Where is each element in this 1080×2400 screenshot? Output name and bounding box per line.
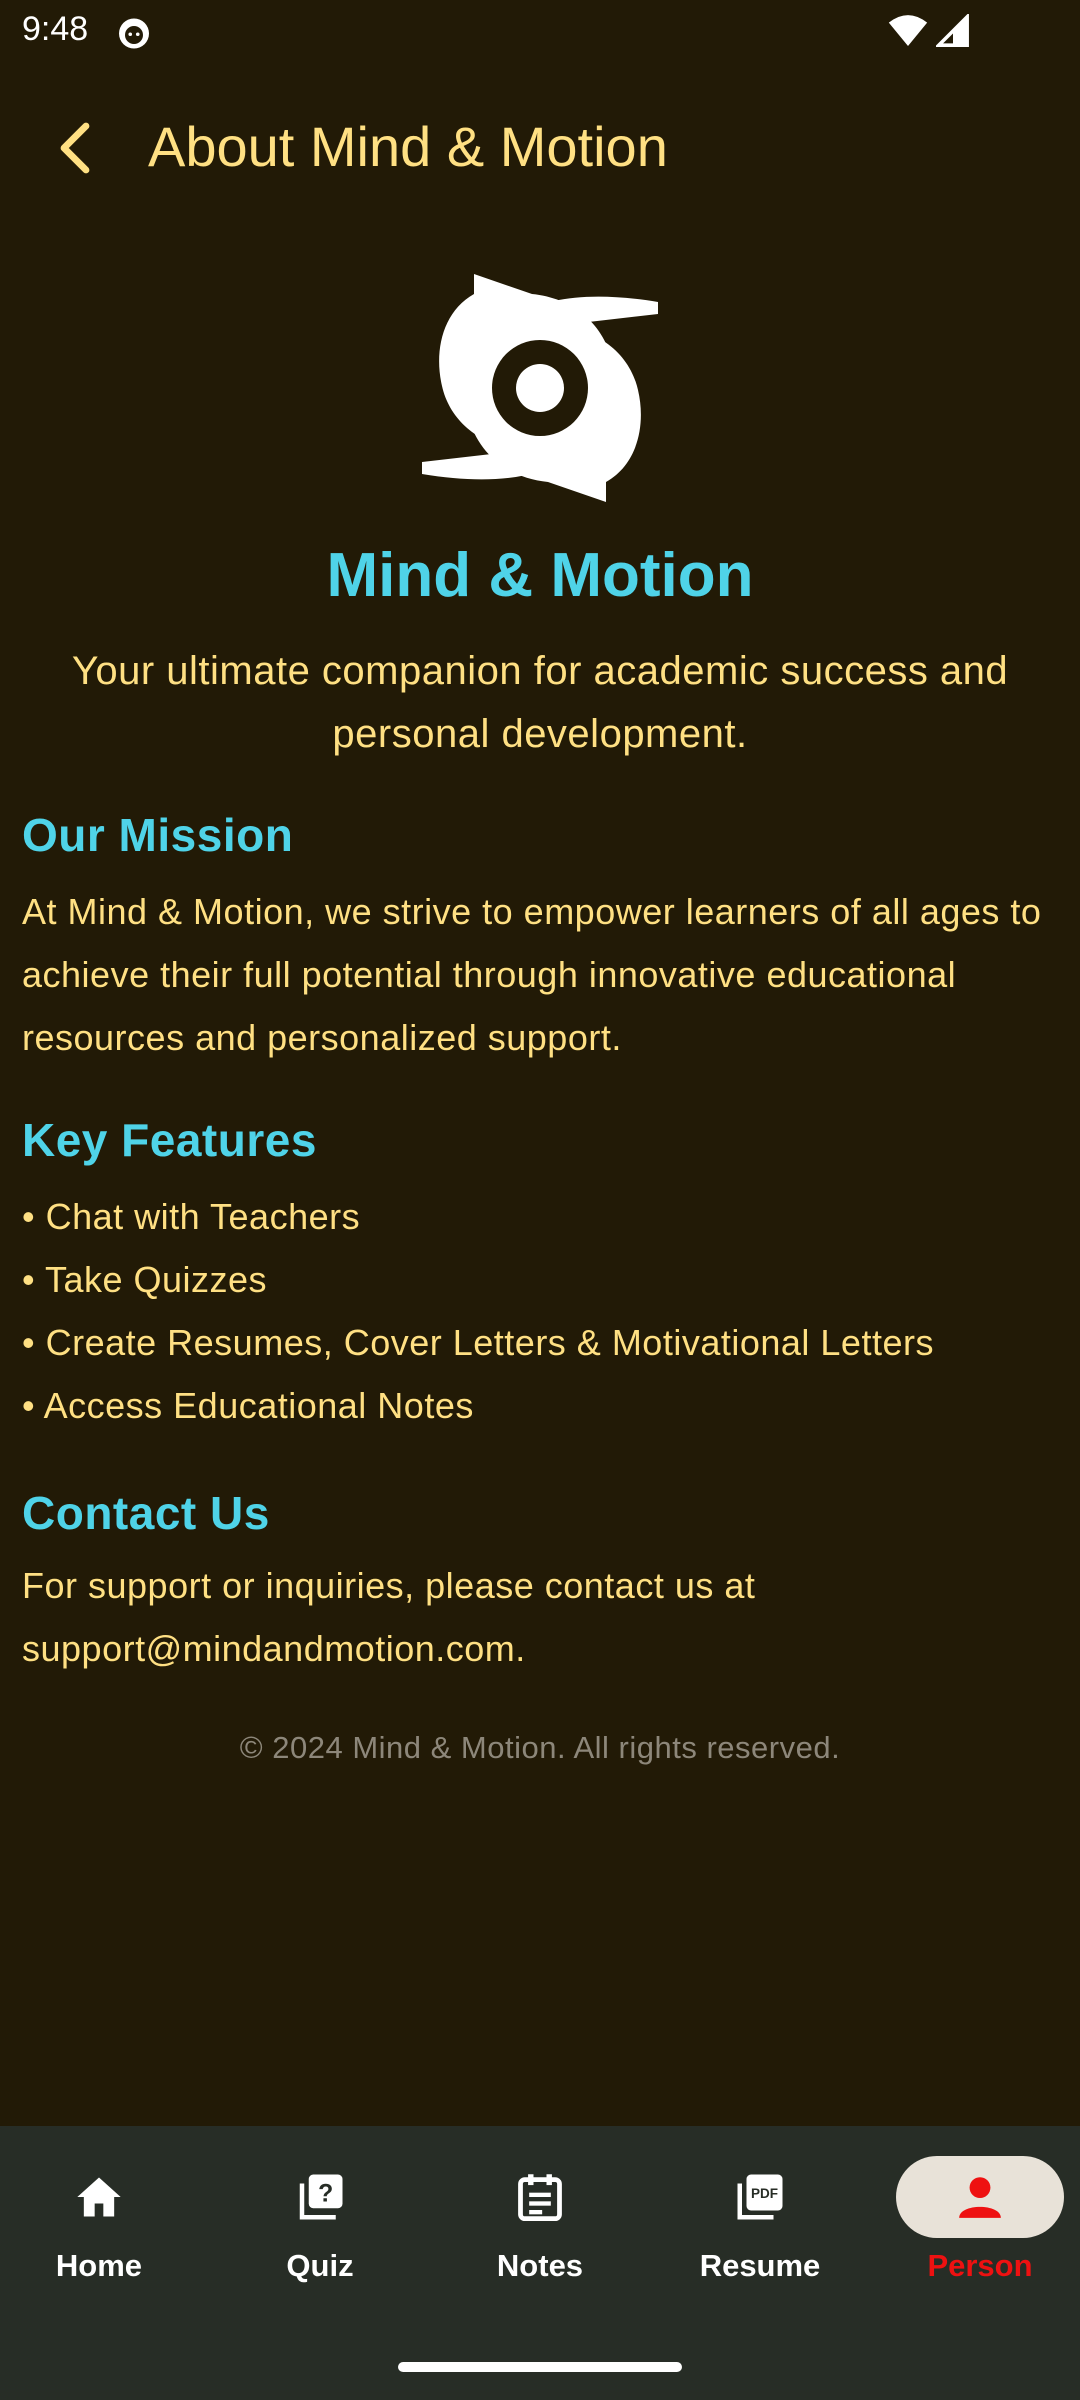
back-button[interactable] xyxy=(40,112,112,184)
copyright-text: © 2024 Mind & Motion. All rights reserve… xyxy=(239,1730,841,1765)
nav-icon-container xyxy=(456,2156,624,2238)
mission-heading: Our Mission xyxy=(22,809,294,861)
nav-label: Notes xyxy=(496,2248,584,2283)
features-heading: Key Features xyxy=(22,1114,317,1166)
nav-item-resume[interactable]: PDF Resume xyxy=(675,2156,845,2306)
svg-text:PDF: PDF xyxy=(751,2186,778,2201)
feature-item: • Create Resumes, Cover Letters & Motiva… xyxy=(22,1322,934,1363)
nav-icon-container: PDF xyxy=(676,2156,844,2238)
feature-item: • Take Quizzes xyxy=(22,1259,268,1300)
bottom-navigation: Home ? Quiz Notes PDF Resume Person xyxy=(0,2126,1080,2400)
mission-body: At Mind & Motion, we strive to empower l… xyxy=(22,891,1042,1058)
nav-label: Resume xyxy=(699,2248,821,2283)
nav-icon-container xyxy=(15,2156,183,2238)
page-title: About Mind & Motion xyxy=(148,115,668,178)
top-app-bar: About Mind & Motion xyxy=(0,90,1080,206)
nav-item-quiz[interactable]: ? Quiz xyxy=(235,2156,405,2306)
nav-item-notes[interactable]: Notes xyxy=(455,2156,625,2306)
contact-body: For support or inquiries, please contact… xyxy=(22,1565,756,1669)
pdf-icon: PDF xyxy=(737,2174,783,2220)
home-icon xyxy=(77,2177,121,2217)
person-icon xyxy=(959,2177,1001,2218)
hurricane-swirl-icon xyxy=(422,274,658,502)
cellular-signal-icon xyxy=(936,14,969,47)
nav-icon-container-active xyxy=(896,2156,1064,2238)
wifi-icon xyxy=(888,15,928,46)
nav-label: Person xyxy=(927,2248,1033,2283)
svg-text:?: ? xyxy=(318,2181,333,2208)
status-time: 9:48 xyxy=(22,10,89,48)
home-indicator[interactable] xyxy=(398,2362,682,2372)
notes-icon xyxy=(518,2174,562,2222)
feature-item: • Access Educational Notes xyxy=(22,1385,474,1426)
nav-icon-container: ? xyxy=(236,2156,404,2238)
about-screen: 9:48 About Mind & Motion Mind & Motion Y… xyxy=(0,0,1080,2400)
nav-label: Home xyxy=(55,2248,143,2283)
app-name: Mind & Motion xyxy=(326,541,754,610)
status-bar: 9:48 xyxy=(0,0,1080,64)
feature-item: • Chat with Teachers xyxy=(22,1196,361,1237)
nav-item-home[interactable]: Home xyxy=(14,2156,184,2306)
nav-item-person[interactable]: Person xyxy=(895,2156,1065,2306)
nav-label: Quiz xyxy=(286,2248,354,2283)
contact-heading: Contact Us xyxy=(22,1487,270,1539)
tagline: Your ultimate companion for academic suc… xyxy=(71,649,1009,756)
feature-list: • Chat with Teachers • Take Quizzes • Cr… xyxy=(22,1185,1062,1437)
chevron-left-icon xyxy=(60,122,90,174)
cat-face-icon xyxy=(119,18,149,49)
quiz-icon: ? xyxy=(299,2174,343,2220)
